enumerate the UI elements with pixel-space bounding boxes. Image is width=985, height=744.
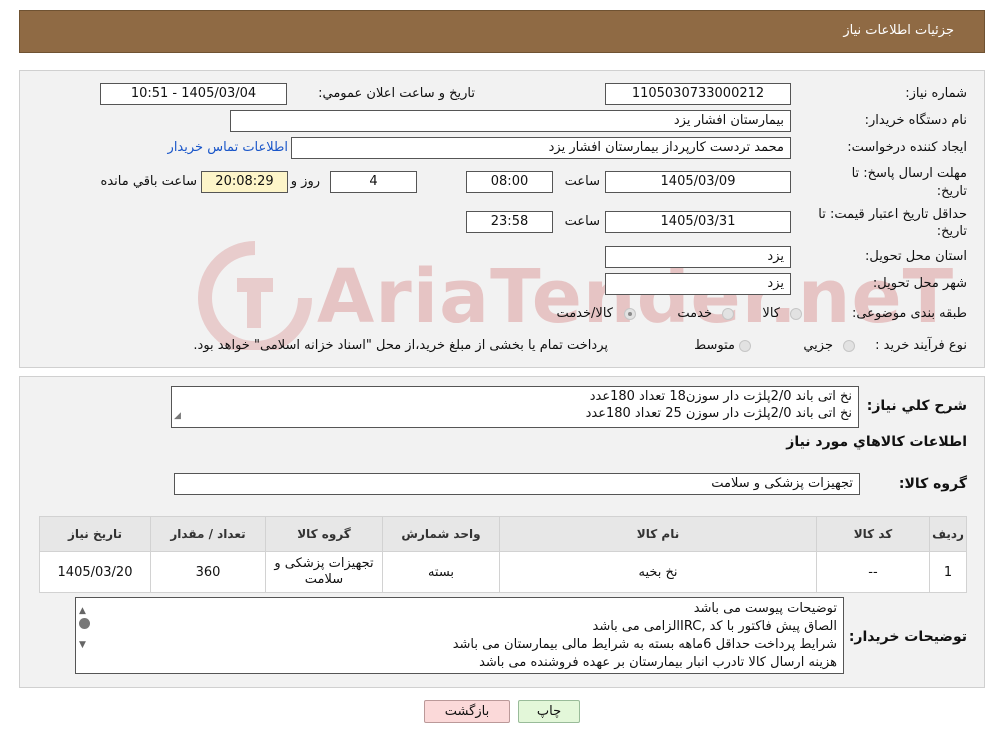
goods-group-label: گروه کالا:	[898, 476, 967, 492]
summary-line-2: نخ اتی باند 2/0پلژت دار سوزن 25 تعداد 18…	[585, 406, 852, 421]
price-validity-time-field: 23:58	[466, 211, 553, 233]
cell-unit: بسته	[382, 551, 500, 593]
requester-label: ايجاد كننده درخواست:	[847, 140, 967, 155]
category-radio-service[interactable]	[722, 308, 734, 320]
remaining-time-label: ساعت باقي مانده	[100, 174, 197, 189]
col-goods-name: نام کالا	[499, 516, 817, 552]
delivery-province-field: یزد	[605, 246, 791, 268]
buyer-notes-line-1: توضیحات پیوست می باشد	[693, 601, 837, 616]
cell-goods-group: تجهیزات پزشکی و سلامت	[265, 551, 383, 593]
remaining-days-field: 4	[330, 171, 417, 193]
delivery-province-label: استان محل تحويل:	[865, 249, 967, 264]
process-radio-medium[interactable]	[739, 340, 751, 352]
price-validity-date-field: 1405/03/31	[605, 211, 791, 233]
deadline-date-field: 1405/03/09	[605, 171, 791, 193]
buyer-org-label: نام دستگاه خريدار:	[864, 113, 967, 128]
price-validity-label-date: تاريخ:	[936, 224, 967, 239]
category-option-goods: کالا	[762, 306, 780, 321]
buyer-notes-line-2: الصاق پیش فاکتور با کد ,IRCالزامی می باش…	[592, 619, 838, 634]
need-number-field: 1105030733000212	[605, 83, 791, 105]
scroll-down-icon[interactable]: ▼	[79, 636, 86, 654]
cell-need-date: 1405/03/20	[39, 551, 151, 593]
price-validity-label: حداقل تاريخ اعتبار قيمت: تا	[818, 207, 967, 222]
requester-field: محمد تردست کارپرداز بیمارستان افشار یزد	[291, 137, 791, 159]
announce-datetime-field: 1405/03/04 - 10:51	[100, 83, 287, 105]
process-payment-note: پرداخت تمام یا بخشی از مبلغ خرید،از محل …	[193, 338, 608, 353]
buyer-notes-line-3: شرایط پرداخت حداقل 6ماهه بسته به شرایط م…	[452, 637, 837, 652]
category-radio-goods[interactable]	[790, 308, 802, 320]
col-goods-group: گروه کالا	[265, 516, 383, 552]
cell-goods-name: نخ بخیه	[499, 551, 817, 593]
buyer-notes-label: توضيحات خريدار:	[848, 629, 967, 645]
delivery-city-field: یزد	[605, 273, 791, 295]
scroll-thumb-icon[interactable]	[79, 618, 90, 629]
category-option-goods-service: کالا/خدمت	[556, 306, 613, 321]
category-option-service: خدمت	[677, 306, 712, 321]
resize-grip-icon[interactable]: ◢	[174, 408, 181, 425]
price-validity-time-label: ساعت	[564, 214, 600, 229]
process-option-medium: متوسط	[694, 338, 735, 353]
buyer-notes-textarea[interactable]: توضیحات پیوست می باشد الصاق پیش فاکتور ب…	[75, 597, 844, 674]
process-option-minor: جزيي	[803, 338, 833, 353]
summary-textarea[interactable]: نخ اتی باند 2/0پلژت دار سوزن18 تعداد 180…	[171, 386, 859, 428]
remaining-days-label: روز و	[290, 174, 320, 189]
cell-quantity: 360	[150, 551, 266, 593]
cell-goods-code: --	[816, 551, 930, 593]
goods-table: رديف کد کالا نام کالا واحد شمارش گروه کا…	[39, 516, 967, 593]
process-radio-minor[interactable]	[843, 340, 855, 352]
deadline-time-label: ساعت	[564, 174, 600, 189]
buyer-org-field: بیمارستان افشار یزد	[230, 110, 791, 132]
buyer-notes-scrollbar[interactable]: ▲ ▼	[76, 598, 93, 673]
category-label: طبقه بندی موضوعی:	[851, 306, 967, 321]
process-type-label: نوع فرآيند خريد :	[875, 338, 967, 353]
goods-group-field: تجهیزات پزشکی و سلامت	[174, 473, 860, 495]
summary-line-1: نخ اتی باند 2/0پلژت دار سوزن18 تعداد 180…	[589, 389, 852, 404]
buyer-notes-line-4: هزینه ارسال کالا تادرب انبار بیمارستان ب…	[479, 655, 837, 670]
goods-table-header: رديف کد کالا نام کالا واحد شمارش گروه کا…	[39, 516, 967, 552]
deadline-label: مهلت ارسال پاسخ: تا	[851, 166, 967, 181]
remaining-time-field: 20:08:29	[201, 171, 288, 193]
deadline-label-date: تاريخ:	[936, 184, 967, 199]
buyer-contact-link[interactable]: اطلاعات تماس خريدار	[168, 140, 288, 155]
deadline-time-field: 08:00	[466, 171, 553, 193]
cell-row-number: 1	[929, 551, 967, 593]
summary-label: شرح كلي نياز:	[866, 398, 967, 414]
page-header: جزئیات اطلاعات نیاز	[19, 10, 985, 53]
watermark-logo-icon	[198, 241, 312, 350]
goods-section-title: اطلاعات كالاهاي مورد نياز	[786, 434, 967, 450]
delivery-city-label: شهر محل تحويل:	[872, 276, 967, 291]
category-radio-goods-service[interactable]	[624, 308, 636, 320]
back-button[interactable]: بازگشت	[424, 700, 510, 723]
col-unit: واحد شمارش	[382, 516, 500, 552]
col-goods-code: کد کالا	[816, 516, 930, 552]
col-row-number: رديف	[929, 516, 967, 552]
need-number-label: شماره نیاز:	[905, 86, 967, 101]
announce-datetime-label: تاریخ و ساعت اعلان عمومي:	[318, 86, 475, 101]
table-row: 1 -- نخ بخیه بسته تجهیزات پزشکی و سلامت …	[39, 551, 967, 593]
col-need-date: تاريخ نياز	[39, 516, 151, 552]
page-title: جزئیات اطلاعات نیاز	[843, 23, 954, 38]
print-button[interactable]: چاپ	[518, 700, 580, 723]
col-quantity: تعداد / مقدار	[150, 516, 266, 552]
